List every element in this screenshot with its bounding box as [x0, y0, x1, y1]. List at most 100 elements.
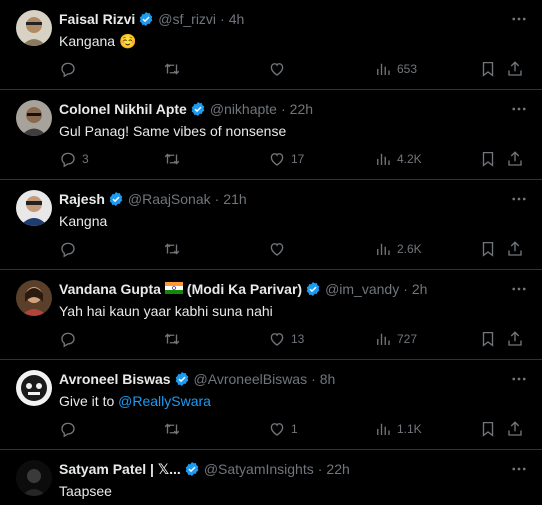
reply-button[interactable] — [59, 418, 82, 440]
tweet[interactable]: Vandana Gupta (Modi Ka Parivar) @im_vand… — [0, 270, 542, 360]
retweet-button[interactable] — [163, 148, 186, 170]
heart-icon — [270, 333, 284, 346]
like-button[interactable] — [268, 238, 291, 260]
retweet-icon — [164, 243, 180, 255]
author-name-suffix[interactable]: (Modi Ka Parivar) — [187, 281, 302, 297]
views-button[interactable]: 727 — [374, 328, 417, 350]
reply-icon — [61, 62, 75, 78]
timestamp[interactable]: 8h — [320, 371, 336, 387]
tweet-text: Kangna — [59, 213, 108, 229]
retweet-icon — [164, 63, 180, 75]
bookmark-button[interactable] — [479, 238, 497, 260]
author-name[interactable]: Avroneel Biswas — [59, 371, 171, 387]
separator-dot: · — [311, 371, 316, 387]
author-handle[interactable]: @nikhapte — [210, 101, 277, 117]
author-name[interactable]: Vandana Gupta — [59, 281, 161, 297]
author-name[interactable]: Colonel Nikhil Apte — [59, 101, 187, 117]
author-name[interactable]: Rajesh — [59, 191, 105, 207]
retweet-button[interactable] — [163, 58, 186, 80]
reply-button[interactable] — [59, 58, 82, 80]
timestamp[interactable]: 22h — [290, 101, 313, 117]
views-count: 2.6K — [397, 242, 422, 256]
separator-dot: · — [220, 11, 225, 27]
reply-icon — [61, 332, 75, 348]
tweet[interactable]: Rajesh @RaajSonak · 21h Kangna 2.6K — [0, 180, 542, 270]
bookmark-button[interactable] — [479, 148, 497, 170]
analytics-icon — [377, 153, 390, 165]
share-button[interactable] — [506, 148, 524, 170]
like-button[interactable]: 1 — [268, 418, 298, 440]
tweet[interactable]: Faisal Rizvi @sf_rizvi · 4h Kangana ☺️ 6… — [0, 0, 542, 90]
like-button[interactable] — [268, 58, 291, 80]
avatar[interactable] — [16, 190, 52, 226]
share-button[interactable] — [506, 58, 524, 80]
views-button[interactable]: 4.2K — [374, 148, 422, 170]
bookmark-icon — [482, 151, 494, 167]
retweet-button[interactable] — [163, 418, 186, 440]
like-button[interactable]: 17 — [268, 148, 304, 170]
views-count: 4.2K — [397, 152, 422, 166]
author-handle[interactable]: @SatyamInsights — [204, 461, 314, 477]
author-handle[interactable]: @im_vandy — [325, 281, 399, 297]
separator-dot: · — [317, 461, 323, 477]
separator-dot: · — [214, 191, 220, 207]
timestamp[interactable]: 4h — [229, 11, 245, 27]
author-name[interactable]: Faisal Rizvi — [59, 11, 135, 27]
avatar[interactable] — [16, 280, 52, 316]
tweet-actions: 653 — [59, 58, 525, 80]
tweet-text: Gul Panag! Same vibes of nonsense — [59, 123, 287, 139]
tweet[interactable]: Avroneel Biswas @AvroneelBiswas · 8h Giv… — [0, 360, 542, 450]
views-button[interactable]: 653 — [374, 58, 417, 80]
verified-badge-icon — [174, 371, 190, 387]
timestamp[interactable]: 2h — [412, 281, 428, 297]
more-options-icon[interactable] — [510, 190, 528, 208]
retweet-button[interactable] — [163, 328, 186, 350]
more-options-icon[interactable] — [510, 280, 528, 298]
views-button[interactable]: 1.1K — [374, 418, 422, 440]
retweet-icon — [164, 423, 180, 435]
analytics-icon — [377, 63, 390, 75]
bookmark-button[interactable] — [479, 328, 497, 350]
tweet[interactable]: Satyam Patel | 𝕏... @SatyamInsights · 22… — [0, 450, 542, 505]
reply-button[interactable]: 3 — [59, 148, 89, 170]
more-options-icon[interactable] — [510, 460, 528, 478]
author-handle[interactable]: @RaajSonak — [128, 191, 211, 207]
like-count: 1 — [291, 422, 298, 436]
avatar[interactable] — [16, 370, 52, 406]
analytics-icon — [377, 243, 390, 255]
avatar[interactable] — [16, 100, 52, 136]
share-icon — [508, 331, 522, 346]
avatar[interactable] — [16, 460, 52, 496]
timestamp[interactable]: 21h — [223, 191, 246, 207]
author-handle[interactable]: @AvroneelBiswas — [194, 371, 308, 387]
verified-badge-icon — [108, 191, 124, 207]
verified-badge-icon — [190, 101, 206, 117]
more-options-icon[interactable] — [510, 100, 528, 118]
share-button[interactable] — [506, 328, 524, 350]
author-name[interactable]: Satyam Patel | 𝕏... — [59, 461, 181, 478]
bookmark-button[interactable] — [479, 418, 497, 440]
avatar[interactable] — [16, 10, 52, 46]
tweet-actions: 13 727 — [59, 328, 525, 350]
views-count: 727 — [397, 332, 418, 346]
share-button[interactable] — [506, 418, 524, 440]
reply-button[interactable] — [59, 328, 82, 350]
views-button[interactable]: 2.6K — [374, 238, 422, 260]
more-options-icon[interactable] — [510, 10, 528, 28]
retweet-button[interactable] — [163, 238, 186, 260]
mention-link[interactable]: @ReallySwara — [118, 393, 211, 409]
author-handle[interactable]: @sf_rizvi — [158, 11, 216, 27]
reply-icon — [61, 422, 75, 438]
share-icon — [508, 241, 522, 256]
share-icon — [508, 421, 522, 436]
share-button[interactable] — [506, 238, 524, 260]
verified-badge-icon — [305, 281, 321, 297]
timestamp[interactable]: 22h — [326, 461, 349, 477]
like-button[interactable]: 13 — [268, 328, 304, 350]
more-options-icon[interactable] — [510, 370, 528, 388]
reply-button[interactable] — [59, 238, 82, 260]
bookmark-button[interactable] — [479, 58, 497, 80]
tweet[interactable]: Colonel Nikhil Apte @nikhapte · 22h Gul … — [0, 90, 542, 180]
heart-icon — [270, 423, 284, 436]
heart-icon — [270, 63, 284, 76]
